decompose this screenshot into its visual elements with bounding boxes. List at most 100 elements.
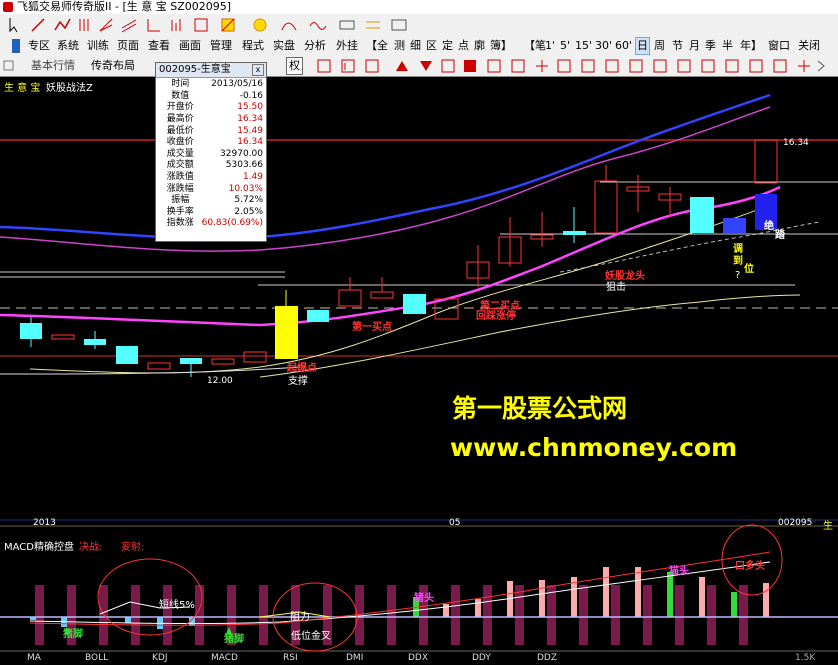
rect-tool-icon[interactable] bbox=[221, 18, 235, 32]
macd-bar bbox=[515, 585, 524, 645]
menu-15min[interactable]: 15' bbox=[575, 36, 592, 56]
resist-label: 阻力 bbox=[290, 612, 310, 623]
left-icon[interactable] bbox=[441, 59, 455, 73]
menu-book[interactable]: 簿】 bbox=[490, 36, 512, 56]
menu-fix[interactable]: 定 bbox=[442, 36, 453, 56]
jue-label: 绝 bbox=[764, 221, 774, 232]
expand-icon[interactable] bbox=[749, 59, 763, 73]
tab-macd[interactable]: MACD bbox=[211, 653, 238, 663]
popup-header[interactable]: 002095-生意宝 x bbox=[156, 63, 266, 78]
menu-day[interactable]: 日 bbox=[635, 37, 650, 55]
menu-tick[interactable]: 【笔 bbox=[524, 36, 546, 56]
menu-30min[interactable]: 30' bbox=[595, 36, 612, 56]
paste-icon[interactable] bbox=[701, 59, 715, 73]
flag-icon[interactable] bbox=[341, 59, 355, 73]
menu-zone[interactable]: 专区 bbox=[28, 36, 50, 56]
angle-tool-icon[interactable] bbox=[147, 19, 160, 32]
menu-page[interactable]: 页面 bbox=[117, 36, 139, 56]
popup-row-key: 最高价 bbox=[166, 114, 194, 125]
note-icon[interactable] bbox=[653, 59, 667, 73]
align-icon[interactable] bbox=[317, 59, 331, 73]
line-tool-icon[interactable] bbox=[31, 18, 45, 32]
menu-point[interactable]: 点 bbox=[458, 36, 469, 56]
menu-formula[interactable]: 程式 bbox=[242, 36, 264, 56]
tab-ma[interactable]: MA bbox=[27, 653, 41, 663]
chevron-right-icon[interactable] bbox=[817, 60, 825, 72]
menu-view[interactable]: 查看 bbox=[148, 36, 170, 56]
menu-quarter[interactable]: 季 bbox=[705, 36, 716, 56]
tab-ddx[interactable]: DDX bbox=[408, 653, 428, 663]
text-icon[interactable] bbox=[365, 59, 379, 73]
month-label: 05 bbox=[449, 518, 461, 528]
menu-screen[interactable]: 画面 bbox=[179, 36, 201, 56]
bar-tool-icon[interactable] bbox=[171, 19, 181, 31]
report-icon[interactable] bbox=[725, 59, 739, 73]
quan-button[interactable]: 权 bbox=[286, 57, 303, 75]
tab-rsi[interactable]: RSI bbox=[283, 653, 298, 663]
refresh-icon[interactable] bbox=[629, 59, 643, 73]
settings-icon[interactable] bbox=[773, 59, 787, 73]
plus-icon[interactable] bbox=[798, 60, 810, 72]
history-icon[interactable] bbox=[487, 59, 501, 73]
menu-5min[interactable]: 5' bbox=[560, 36, 570, 56]
grid-icon[interactable] bbox=[3, 56, 15, 76]
menu-area[interactable]: 区 bbox=[426, 36, 437, 56]
menu-outline[interactable]: 廓 bbox=[474, 36, 485, 56]
tab-ddy[interactable]: DDY bbox=[472, 653, 491, 663]
ruler-icon[interactable] bbox=[557, 59, 571, 73]
menu-manage[interactable]: 管理 bbox=[210, 36, 232, 56]
up-icon[interactable] bbox=[396, 61, 408, 71]
candle bbox=[307, 310, 329, 322]
mark-icon[interactable] bbox=[581, 59, 595, 73]
popup-close-button[interactable]: x bbox=[252, 64, 264, 76]
arc-tool-icon[interactable] bbox=[281, 22, 297, 31]
parallel-tool-icon[interactable] bbox=[79, 19, 89, 31]
popup-row-value: 32970.00 bbox=[220, 148, 263, 159]
cross-icon[interactable] bbox=[536, 60, 548, 72]
ruler-tool-icon[interactable] bbox=[339, 20, 355, 30]
menu-analysis[interactable]: 分析 bbox=[304, 36, 326, 56]
menu-test[interactable]: 测 bbox=[394, 36, 405, 56]
menu-month[interactable]: 月 bbox=[689, 36, 700, 56]
menu-close[interactable]: 关闭 bbox=[798, 36, 820, 56]
menu-half[interactable]: 半 bbox=[722, 36, 733, 56]
tab-boll[interactable]: BOLL bbox=[85, 653, 108, 663]
legend-layout-tab[interactable]: 传奇布局 bbox=[91, 56, 135, 76]
gann-tool-icon[interactable] bbox=[194, 18, 208, 32]
channel-tool-icon[interactable] bbox=[121, 19, 137, 33]
zoom-icon[interactable] bbox=[464, 60, 476, 72]
menu-training[interactable]: 训练 bbox=[87, 36, 109, 56]
copy-icon[interactable] bbox=[677, 59, 691, 73]
menu-handle-icon[interactable] bbox=[6, 36, 26, 56]
menu-window[interactable]: 窗口 bbox=[768, 36, 790, 56]
polyline-tool-icon[interactable] bbox=[54, 18, 71, 31]
menu-year[interactable]: 年】 bbox=[740, 36, 762, 56]
macd-bar bbox=[643, 585, 652, 645]
fan-tool-icon[interactable] bbox=[99, 18, 113, 32]
menu-60min[interactable]: 60' bbox=[615, 36, 632, 56]
tab-dmi[interactable]: DMI bbox=[346, 653, 363, 663]
menu-1min[interactable]: 1' bbox=[545, 36, 555, 56]
menu-week[interactable]: 周 bbox=[654, 36, 665, 56]
popup-title: 002095-生意宝 bbox=[159, 64, 231, 75]
cycle-tool-icon[interactable] bbox=[391, 19, 407, 31]
popup-row: 最低价 15.49 bbox=[159, 125, 263, 137]
basic-quote-tab[interactable]: 基本行情 bbox=[31, 56, 75, 76]
app-icon bbox=[3, 2, 13, 12]
circle-tool-icon[interactable] bbox=[253, 18, 267, 32]
menu-trade[interactable]: 实盘 bbox=[273, 36, 295, 56]
menu-full[interactable]: 【全 bbox=[366, 36, 388, 56]
popup-row-key: 指数涨 bbox=[166, 218, 194, 229]
box-icon[interactable] bbox=[511, 59, 525, 73]
menu-system[interactable]: 系统 bbox=[57, 36, 79, 56]
tab-kdj[interactable]: KDJ bbox=[152, 653, 168, 663]
lock-icon[interactable] bbox=[605, 59, 619, 73]
golden-tool-icon[interactable] bbox=[366, 21, 380, 29]
wave-tool-icon[interactable] bbox=[309, 22, 327, 30]
arrow-icon[interactable] bbox=[9, 18, 18, 33]
menu-detail[interactable]: 细 bbox=[410, 36, 421, 56]
tab-ddz[interactable]: DDZ bbox=[537, 653, 557, 663]
menu-season[interactable]: 节 bbox=[672, 36, 683, 56]
menu-plugin[interactable]: 外挂 bbox=[336, 36, 358, 56]
down-icon[interactable] bbox=[420, 61, 432, 71]
